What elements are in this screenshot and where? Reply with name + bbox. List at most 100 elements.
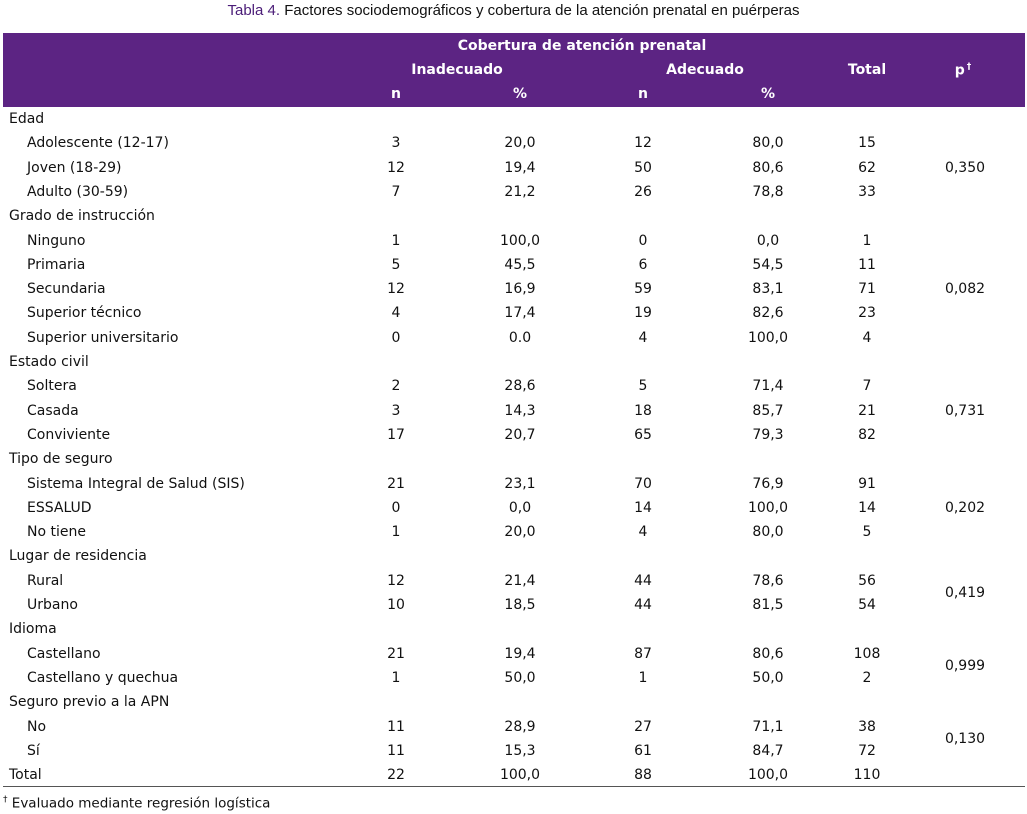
cell-p1: 16,9: [504, 281, 536, 298]
cell-n1: 21: [387, 645, 405, 662]
cell-n1: 17: [387, 426, 405, 443]
caption-text: Factores sociodemográficos y cobertura d…: [280, 2, 800, 19]
cell-n2: 26: [634, 183, 652, 200]
cell-n2: 0: [638, 232, 648, 249]
cell-total: 62: [858, 159, 876, 176]
cell-p2: 80,0: [752, 524, 784, 541]
cell-n1: 5: [391, 256, 401, 273]
cell-n1: 2: [391, 378, 401, 395]
cell-p2: 76,9: [752, 475, 784, 492]
cell-p1: 50,0: [504, 669, 536, 686]
cell-total: 108: [853, 645, 881, 662]
cell-p2: 81,5: [752, 597, 784, 613]
cell-n2: 87: [634, 645, 652, 662]
cell-p1: 20,7: [504, 426, 536, 443]
row-label: Superior universitario: [27, 329, 179, 346]
cell-n1: 11: [387, 742, 405, 759]
cell-n2: 19: [634, 305, 652, 322]
cell-total: 91: [858, 475, 876, 492]
cell-total: 21: [858, 402, 876, 419]
header-p-text: p: [954, 62, 965, 79]
cell-p2: 54,5: [752, 256, 784, 273]
cell-n1: 22: [387, 767, 405, 784]
cell-n1: 21: [387, 475, 405, 492]
cell-n2: 44: [634, 597, 652, 613]
cell-n2: 59: [634, 281, 652, 298]
header-inadecuado: Inadecuado: [411, 62, 503, 78]
row-label: ESSALUD: [27, 499, 92, 516]
cell-p2: 84,7: [752, 742, 784, 759]
cell-pvalue: 0,082: [944, 281, 986, 298]
cell-p2: 78,6: [752, 572, 784, 589]
cell-pvalue: 0,202: [944, 499, 986, 516]
cell-p1: 0,0: [508, 499, 532, 516]
section-heading: Idioma: [9, 621, 57, 638]
cell-n2: 61: [634, 742, 652, 759]
cell-p1: 19,4: [504, 645, 536, 662]
cell-pvalue: 0,350: [944, 159, 986, 176]
header-pct-inadecuado: %: [512, 86, 528, 102]
section-heading: Estado civil: [9, 354, 89, 370]
header-p: p †: [955, 62, 972, 79]
section-heading: Edad: [9, 111, 45, 127]
cell-p1: 45,5: [504, 256, 536, 273]
table-bottom-rule: [3, 786, 1025, 787]
cell-n1: 12: [387, 572, 405, 589]
cell-p1: 19,4: [504, 159, 536, 176]
cell-total: 82: [858, 426, 876, 443]
cell-pvalue: 0,731: [944, 402, 986, 419]
row-label: Soltera: [27, 378, 77, 395]
cell-p2: 80,6: [752, 159, 784, 176]
cell-p1: 15,3: [504, 742, 536, 759]
header-adecuado: Adecuado: [666, 62, 744, 78]
cell-n2: 27: [634, 718, 652, 735]
cell-n2: 14: [634, 499, 652, 516]
cell-total: 2: [862, 669, 872, 686]
cell-n2: 44: [634, 572, 652, 589]
cell-total: 33: [858, 183, 876, 200]
header-p-mark: †: [966, 62, 972, 72]
cell-p2: 83,1: [752, 281, 784, 298]
cell-n1: 1: [391, 232, 401, 249]
header-total: Total: [847, 62, 887, 78]
cell-p1: 21,2: [504, 183, 536, 200]
footnote-text: Evaluado mediante regresión logística: [7, 795, 271, 812]
cell-p2: 79,3: [752, 426, 784, 443]
row-label: Adolescente (12-17): [27, 135, 169, 152]
cell-pvalue: 0,419: [944, 584, 986, 601]
cell-total: 72: [858, 742, 876, 759]
row-label: Ninguno: [27, 232, 86, 249]
cell-total: 4: [862, 329, 872, 346]
row-label: Sí: [27, 742, 40, 759]
table-header: Cobertura de atención prenatal Inadecuad…: [3, 33, 1025, 107]
cell-p1: 28,6: [504, 378, 536, 395]
row-label: Sistema Integral de Salud (SIS): [27, 475, 245, 492]
cell-n1: 1: [391, 524, 401, 541]
row-label: Castellano y quechua: [27, 669, 179, 686]
cell-pvalue: 0,130: [944, 730, 986, 747]
cell-p1: 23,1: [504, 475, 536, 492]
row-label: Castellano: [27, 645, 101, 662]
cell-n2: 5: [638, 378, 648, 395]
row-label: Secundaria: [27, 281, 106, 298]
cell-n1: 7: [391, 183, 401, 200]
caption-label: Tabla 4.: [227, 2, 281, 19]
cell-n1: 3: [391, 402, 401, 419]
cell-p1: 20,0: [504, 524, 536, 541]
cell-p1: 21,4: [504, 572, 536, 589]
cell-n2: 12: [634, 135, 652, 152]
cell-p1: 100,0: [499, 232, 541, 249]
cell-n2: 1: [638, 669, 648, 686]
cell-total: 56: [858, 572, 876, 589]
section-heading: Tipo de seguro: [9, 451, 113, 468]
cell-p2: 0,0: [756, 232, 780, 249]
cell-p1: 18,5: [504, 597, 536, 613]
cell-n2: 6: [638, 256, 648, 273]
header-n-adecuado: n: [638, 86, 648, 102]
cell-n1: 0: [391, 499, 401, 516]
cell-p2: 85,7: [752, 402, 784, 419]
cell-total: 7: [862, 378, 872, 395]
cell-n1: 3: [391, 135, 401, 152]
section-heading: Seguro previo a la APN: [9, 694, 170, 711]
row-label: Urbano: [27, 597, 78, 613]
